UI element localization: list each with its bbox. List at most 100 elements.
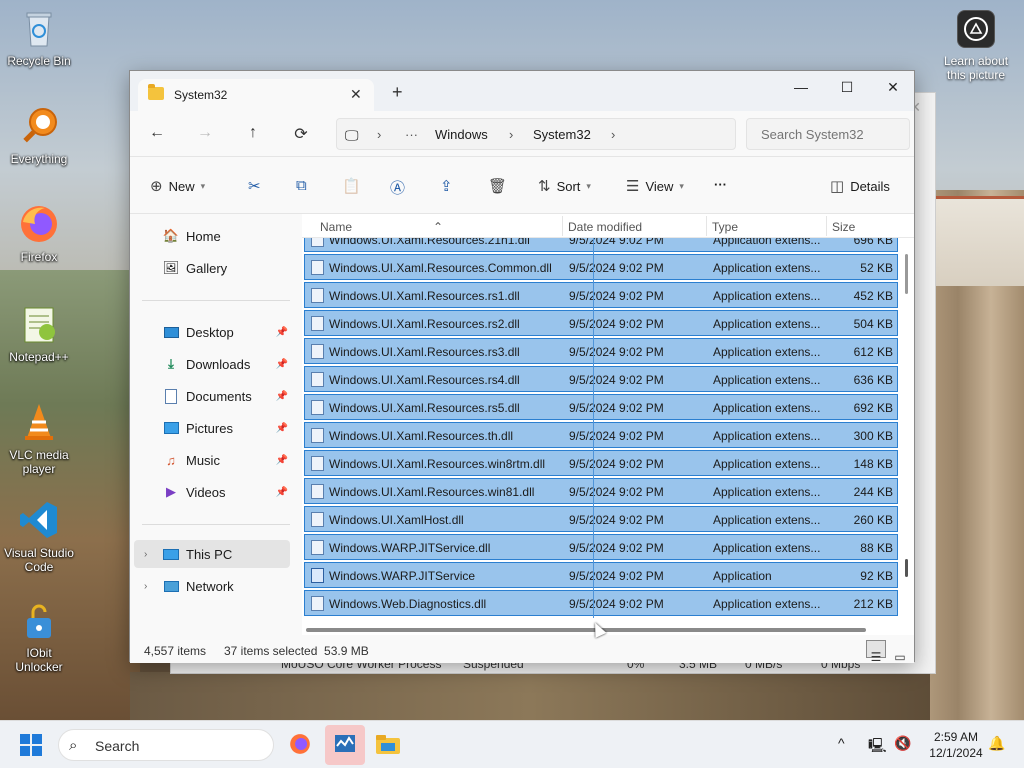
column-date-modified[interactable]: Date modified: [568, 220, 642, 234]
title-bar[interactable]: System32 ✕ + — ☐ ✕: [130, 71, 914, 111]
view-button[interactable]: ☰ View ▾: [626, 177, 684, 195]
desktop-icon-vlc[interactable]: VLC media player: [2, 400, 76, 476]
sidebar-item-network[interactable]: › Network: [134, 572, 290, 600]
sidebar-item-music[interactable]: ♫ Music 📌: [134, 446, 290, 474]
sort-button[interactable]: ⇅ Sort ▾: [538, 177, 591, 195]
file-date-modified: 9/5/2024 9:02 PM: [569, 569, 664, 583]
file-name: Windows.UI.Xaml.Resources.rs2.dll: [329, 317, 520, 331]
search-input[interactable]: [761, 120, 911, 148]
forward-arrow-icon[interactable]: →: [194, 124, 216, 142]
table-row[interactable]: Windows.UI.XamlHost.dll 9/5/2024 9:02 PM A…: [304, 506, 898, 532]
vertical-scrollbar[interactable]: [905, 254, 908, 294]
tiles-view-button[interactable]: ▭: [890, 640, 910, 664]
table-row[interactable]: Windows.UI.Xaml.Resources.rs2.dll 9/5/202…: [304, 310, 898, 336]
pin-icon[interactable]: 📌: [276, 455, 288, 466]
sidebar-item-this-pc[interactable]: › This PC: [134, 540, 290, 568]
up-arrow-icon[interactable]: ↑: [242, 124, 264, 142]
copy-button[interactable]: ⧉: [296, 177, 307, 194]
table-row[interactable]: Windows.UI.Xaml.Resources.rs1.dll 9/5/202…: [304, 282, 898, 308]
table-row[interactable]: Windows.UI.Xaml.Resources.rs3.dll 9/5/202…: [304, 338, 898, 364]
share-button[interactable]: ⇪: [440, 177, 453, 195]
delete-button[interactable]: 🗑: [488, 177, 507, 195]
notification-bell-icon[interactable]: 🔔: [988, 735, 1005, 752]
chevron-right-icon[interactable]: ›: [144, 581, 147, 592]
cut-button[interactable]: ✂: [248, 177, 261, 195]
table-row[interactable]: Windows.UI.Xaml.Resources.21h1.dll 9/5/20…: [304, 238, 898, 252]
maximize-button[interactable]: ☐: [824, 71, 870, 103]
close-tab-icon[interactable]: ✕: [350, 86, 362, 103]
table-row[interactable]: Windows.WARP.JITService.dll 9/5/2024 9:02…: [304, 534, 898, 560]
sidebar-item-videos[interactable]: ▶ Videos 📌: [134, 478, 290, 506]
pin-icon[interactable]: 📌: [276, 487, 288, 498]
back-arrow-icon[interactable]: ←: [146, 124, 168, 142]
desktop-icon-vscode[interactable]: Visual Studio Code: [2, 498, 76, 574]
details-pane-button[interactable]: ◫ Details: [830, 177, 890, 195]
network-status-icon[interactable]: 🖳: [868, 735, 887, 759]
sidebar-item-home[interactable]: 🏠 Home: [134, 222, 290, 250]
column-type[interactable]: Type: [712, 220, 738, 234]
column-divider[interactable]: [826, 216, 827, 236]
table-row[interactable]: Windows.UI.Xaml.Resources.th.dll 9/5/2024…: [304, 422, 898, 448]
pin-icon[interactable]: 📌: [276, 327, 288, 338]
desktop-icon-recycle-bin[interactable]: Recycle Bin: [2, 6, 76, 68]
column-size[interactable]: Size: [832, 220, 855, 234]
chevron-up-icon[interactable]: ^: [838, 735, 845, 751]
table-row[interactable]: Windows.UI.Xaml.Resources.rs4.dll 9/5/202…: [304, 366, 898, 392]
pin-icon[interactable]: 📌: [276, 359, 288, 370]
status-bar: 4,557 items 37 items selected 53.9 MB ☰ …: [130, 635, 914, 664]
table-row[interactable]: Windows.UI.Xaml.Resources.win81.dll 9/5/2…: [304, 478, 898, 504]
breadcrumb-system32[interactable]: System32: [533, 127, 591, 142]
search-box[interactable]: [746, 118, 911, 150]
sidebar-item-downloads[interactable]: ⤓ Downloads 📌: [134, 350, 290, 378]
clock[interactable]: 2:59 AM 12/1/2024: [920, 729, 992, 761]
sidebar-item-pictures[interactable]: Pictures 📌: [134, 414, 290, 442]
new-button[interactable]: ⊕ New ▾: [150, 177, 205, 195]
file-explorer-window[interactable]: System32 ✕ + — ☐ ✕ ← → ↑ ⟳ 🖵 › ··· Windo…: [129, 70, 915, 664]
address-bar[interactable]: 🖵 › ··· Windows › System32 ›: [336, 118, 736, 150]
desktop-icon-everything[interactable]: Everything: [2, 104, 76, 166]
taskbar-file-explorer[interactable]: [368, 725, 408, 765]
table-row[interactable]: Windows.WARP.JITService 9/5/2024 9:02 PM A…: [304, 562, 898, 588]
pin-icon[interactable]: 📌: [276, 423, 288, 434]
start-button[interactable]: [20, 734, 42, 756]
sidebar-item-gallery[interactable]: 🖼 Gallery: [134, 254, 290, 282]
volume-muted-icon[interactable]: 🔇: [894, 735, 911, 752]
refresh-icon[interactable]: ⟳: [290, 124, 312, 144]
column-divider[interactable]: [562, 216, 563, 236]
chevron-right-icon[interactable]: ›: [611, 127, 615, 142]
column-name[interactable]: Name: [320, 220, 352, 234]
file-list[interactable]: ⌃ Name Date modified Type Size Windows.U…: [302, 214, 914, 635]
table-row[interactable]: Windows.UI.Xaml.Resources.Common.dll 9/5/…: [304, 254, 898, 280]
more-options-button[interactable]: ···: [714, 177, 727, 192]
details-view-button[interactable]: ☰: [866, 640, 886, 664]
file-date-modified: 9/5/2024 9:02 PM: [569, 485, 664, 499]
new-tab-button[interactable]: +: [392, 83, 403, 101]
file-size: 612 KB: [853, 345, 893, 359]
file-name: Windows.UI.Xaml.Resources.21h1.dll: [329, 238, 530, 247]
ellipsis-icon[interactable]: ···: [405, 127, 418, 142]
desktop-icon-firefox[interactable]: Firefox: [2, 202, 76, 264]
desktop-icon-notepad-plus[interactable]: Notepad++: [2, 302, 76, 364]
rename-button[interactable]: Ⓐ: [390, 177, 405, 198]
chevron-right-icon[interactable]: ›: [144, 549, 147, 560]
close-button[interactable]: ✕: [870, 71, 916, 103]
pin-icon[interactable]: 📌: [276, 391, 288, 402]
column-divider[interactable]: [706, 216, 707, 236]
table-row[interactable]: Windows.Web.Diagnostics.dll 9/5/2024 9:02…: [304, 590, 898, 616]
paste-button[interactable]: 📋: [342, 177, 361, 195]
minimize-button[interactable]: —: [778, 71, 824, 103]
horizontal-scrollbar[interactable]: [306, 628, 866, 632]
vertical-scrollbar-thumb[interactable]: [905, 559, 908, 577]
sidebar-item-desktop[interactable]: Desktop 📌: [134, 318, 290, 346]
tab-system32[interactable]: System32 ✕: [138, 79, 374, 111]
share-icon: ⇪: [440, 178, 453, 195]
desktop-icon-iobit-unlocker[interactable]: IObit Unlocker: [2, 598, 76, 674]
breadcrumb-windows[interactable]: Windows: [435, 127, 488, 142]
taskbar-search[interactable]: ⌕ Search: [58, 729, 274, 761]
table-row[interactable]: Windows.UI.Xaml.Resources.rs5.dll 9/5/202…: [304, 394, 898, 420]
table-row[interactable]: Windows.UI.Xaml.Resources.win8rtm.dll 9/5…: [304, 450, 898, 476]
taskbar-task-manager[interactable]: [325, 725, 365, 765]
sidebar-item-documents[interactable]: Documents 📌: [134, 382, 290, 410]
learn-about-picture[interactable]: Learn about this picture: [936, 10, 1016, 82]
taskbar-firefox[interactable]: [280, 725, 320, 765]
